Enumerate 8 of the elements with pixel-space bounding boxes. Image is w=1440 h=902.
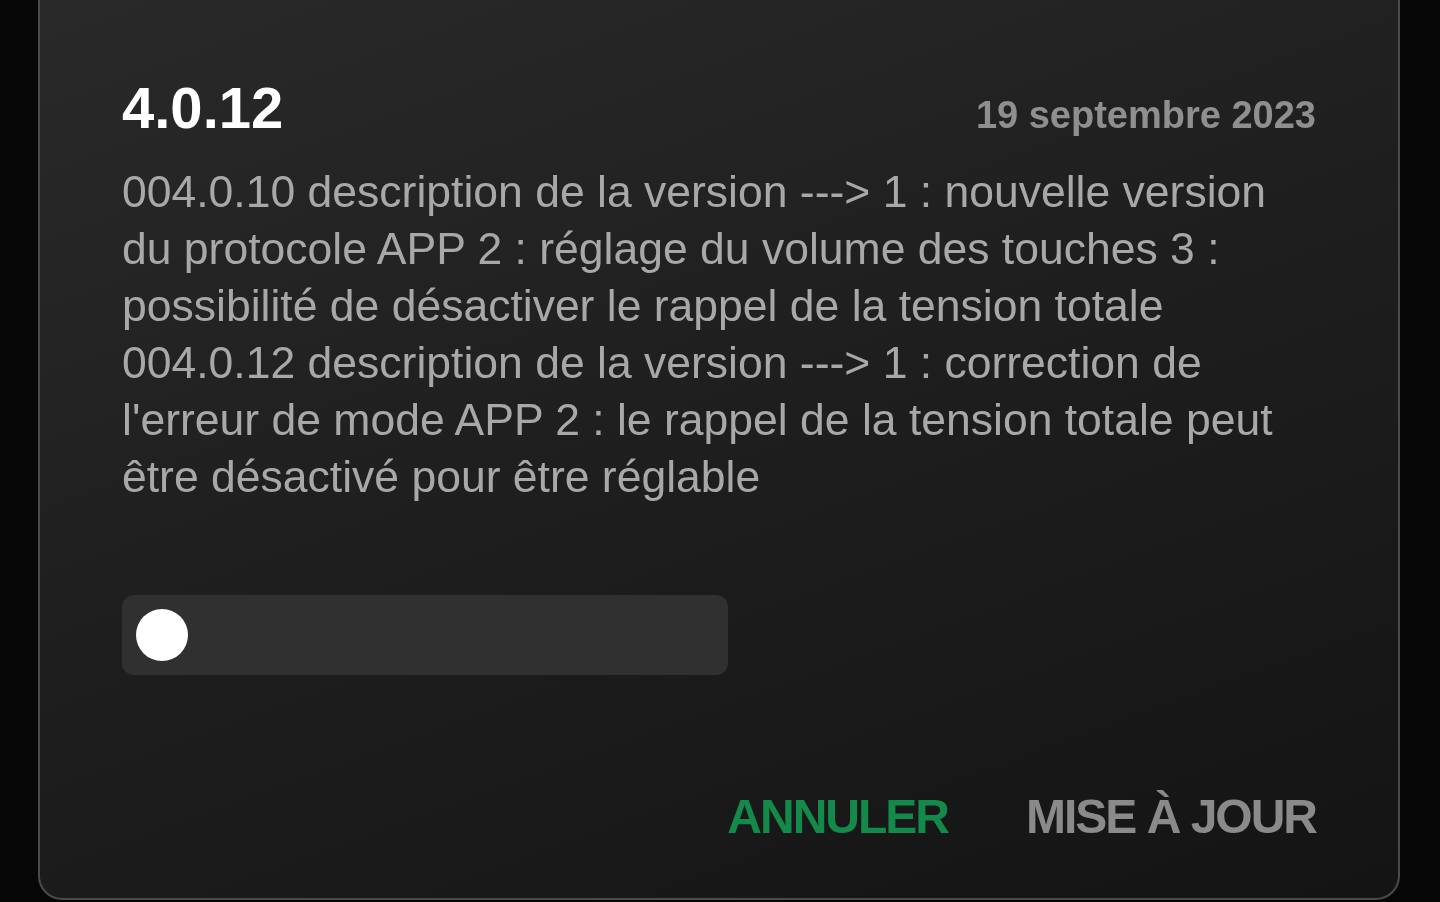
- release-date: 19 septembre 2023: [975, 94, 1316, 137]
- release-notes: 004.0.12 description de la version ---> 1 : correction de l'erreur de mode APP 2 : le rappel de la tension totale peut être désactivé pour être réglable: [122, 337, 1274, 503]
- update-button[interactable]: MISE À JOUR: [1025, 789, 1316, 844]
- cancel-button[interactable]: ANNULER: [727, 789, 948, 844]
- circle-icon: [136, 609, 188, 661]
- version-title: 4.0.12: [122, 74, 284, 141]
- option-card[interactable]: [122, 595, 728, 675]
- release-notes: 004.0.10 description de la version ---> 1 : nouvelle version du protocole APP 2 : réglage du volume des touches 3 : possibilité de désactiver le rappel de la tension totale: [122, 166, 1268, 332]
